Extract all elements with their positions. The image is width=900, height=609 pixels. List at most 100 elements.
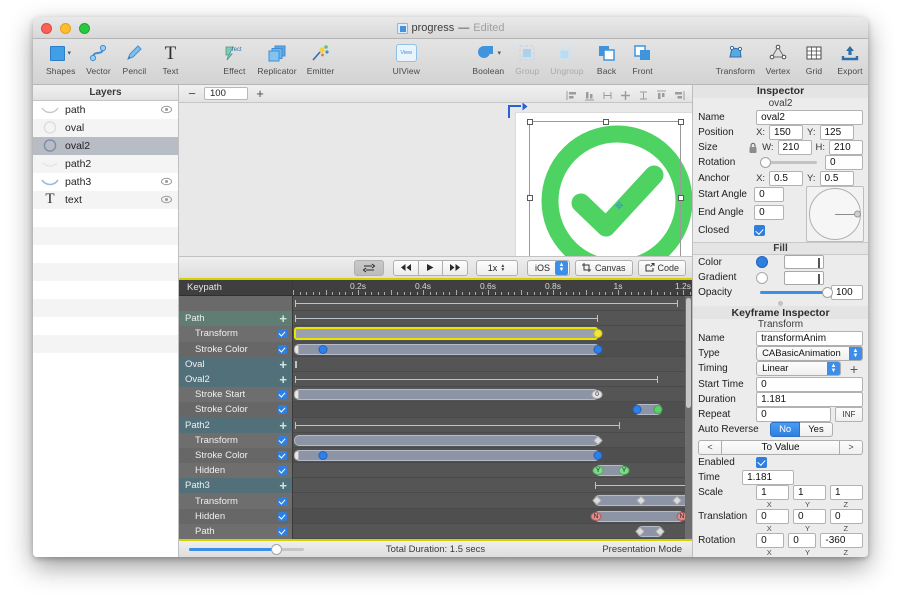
size-h-input[interactable]: 210 <box>829 140 863 156</box>
visibility-eye-icon[interactable] <box>161 159 172 168</box>
toolbar-boolean-button[interactable]: ▾ Boolean <box>467 41 509 76</box>
timeline-track-path2[interactable] <box>293 418 693 433</box>
next-value-button[interactable]: > <box>839 439 863 455</box>
zoom-level-input[interactable]: 100 <box>204 87 248 100</box>
rotation-z-input[interactable]: -360 <box>820 533 863 548</box>
timeline-track-path-prop[interactable] <box>293 524 693 539</box>
play-button[interactable] <box>418 259 443 276</box>
keyframe-marker[interactable] <box>294 390 299 400</box>
track-range[interactable] <box>295 315 598 323</box>
timeline-prop-stroke-color[interactable]: Stroke Color <box>179 341 292 357</box>
toolbar-grid-button[interactable]: Grid <box>796 41 832 76</box>
timeline-track-stroke-color-2[interactable] <box>293 402 693 418</box>
kf-duration-input[interactable]: 1.181 <box>756 391 863 407</box>
opacity-input[interactable]: 100 <box>831 285 863 301</box>
resize-handle-mr[interactable] <box>677 195 684 201</box>
enable-checkbox[interactable] <box>278 344 287 354</box>
canvas-tab-button[interactable]: Canvas <box>575 259 633 276</box>
timeline-prop-transform[interactable]: Transform <box>179 326 292 342</box>
distribute-vertical-icon[interactable] <box>638 88 649 100</box>
rotation-input[interactable]: 0 <box>825 155 863 171</box>
track-bar[interactable] <box>294 434 599 446</box>
kf-timing-select[interactable]: Linear ▲ ▼ <box>756 361 841 377</box>
layer-row-path[interactable]: path <box>33 101 178 119</box>
add-timing-button[interactable]: + <box>845 361 863 377</box>
keyframe-value-marker[interactable]: Y <box>618 466 630 476</box>
toolbar-vertex-button[interactable]: Vertex <box>760 41 796 76</box>
visibility-eye-icon[interactable] <box>161 195 172 204</box>
add-keyframe-icon[interactable]: + <box>279 479 287 492</box>
timeline-group-path3[interactable]: Path3 + <box>179 478 292 494</box>
track-bar[interactable] <box>594 510 684 522</box>
keyframe-marker[interactable] <box>318 450 328 460</box>
visibility-eye-icon[interactable] <box>161 141 172 150</box>
timeline-track-oval[interactable] <box>293 357 693 372</box>
timeline-prop-hidden-2[interactable]: Hidden <box>179 508 292 524</box>
enable-checkbox[interactable] <box>278 450 287 460</box>
auto-reverse-no[interactable]: No <box>770 422 801 438</box>
timeline-prop-path[interactable]: Path <box>179 523 292 539</box>
track-range[interactable] <box>295 360 297 368</box>
enable-checkbox[interactable] <box>278 329 287 339</box>
timeline-prop-stroke-color-2[interactable]: Stroke Color <box>179 402 292 418</box>
platform-select[interactable]: iOS ▲ ▼ <box>527 259 571 276</box>
timeline-group-oval[interactable]: Oval + <box>179 356 292 372</box>
toolbar-ungroup-button[interactable]: Ungroup <box>545 41 588 76</box>
zoom-out-button[interactable]: − <box>186 87 198 100</box>
track-range[interactable] <box>295 421 620 429</box>
anchor-y-input[interactable]: 0.5 <box>819 170 854 186</box>
track-range[interactable] <box>595 482 693 490</box>
toolbar-effect-button[interactable]: fect Effect <box>216 41 252 76</box>
keyframe-marker[interactable] <box>294 450 299 460</box>
track-bar[interactable] <box>294 343 600 355</box>
timeline-prop-stroke-color-3[interactable]: Stroke Color <box>179 447 292 464</box>
keyframe-marker[interactable] <box>593 329 603 339</box>
track-bar[interactable] <box>294 389 599 401</box>
timeline-ruler[interactable]: 0.2s 0.4s 0.6s 0.8s 1s 1.2s 1.4s 1.6s 1.… <box>293 280 693 296</box>
keyframe-value-marker[interactable]: Y <box>592 466 604 476</box>
toolbar-send-back-button[interactable]: Back <box>589 41 625 76</box>
lock-icon[interactable] <box>748 142 758 154</box>
timeline-track-hidden-2[interactable]: N N <box>293 508 693 524</box>
align-left-icon[interactable] <box>566 88 577 100</box>
keyframe-marker[interactable] <box>294 344 299 354</box>
keyframe-marker[interactable] <box>318 344 328 354</box>
playback-speed-stepper[interactable]: 1x ▲ ▼ <box>475 259 518 276</box>
position-x-input[interactable]: 150 <box>769 124 804 140</box>
color-swatch[interactable] <box>784 255 825 270</box>
keyframe-value-marker[interactable]: N <box>590 511 602 521</box>
canvas-area[interactable]: ✥ Completed <box>179 103 693 256</box>
timeline-track-transform[interactable] <box>293 326 693 342</box>
auto-reverse-yes[interactable]: Yes <box>800 422 833 438</box>
visibility-eye-icon[interactable] <box>161 177 172 186</box>
timeline-track-path[interactable] <box>293 311 693 327</box>
timeline-track-stroke-color-3[interactable] <box>293 447 693 464</box>
layer-row-text[interactable]: T text <box>33 191 178 209</box>
rotation-y-input[interactable]: 0 <box>788 533 817 548</box>
timeline-track-transform-2[interactable] <box>293 433 693 448</box>
resize-handle-tl[interactable] <box>526 118 533 125</box>
selection-bounding-box[interactable]: ✥ <box>526 118 684 256</box>
enable-checkbox[interactable] <box>278 466 287 476</box>
enable-checkbox[interactable] <box>278 496 287 506</box>
timeline-scrollbar[interactable] <box>685 296 693 539</box>
timeline-group-oval2[interactable]: Oval2 + <box>179 371 292 388</box>
distribute-horizontal-icon[interactable] <box>602 88 613 99</box>
loop-toggle-button[interactable] <box>353 259 384 276</box>
toolbar-pencil-button[interactable]: Pencil <box>116 41 152 76</box>
timeline-group-path2[interactable]: Path2 + <box>179 417 292 433</box>
track-range[interactable] <box>295 300 678 307</box>
toolbar-uiview-button[interactable]: View UIView <box>388 41 424 76</box>
rewind-button[interactable] <box>392 259 419 276</box>
enable-checkbox[interactable] <box>278 405 287 415</box>
angle-dial[interactable] <box>806 185 864 242</box>
zoom-in-button[interactable]: + <box>254 87 266 100</box>
rotation-x-input[interactable]: 0 <box>756 533 785 548</box>
timeline-track-transform-3[interactable] <box>293 493 693 509</box>
kf-type-select[interactable]: CABasicAnimation ▲ ▼ <box>756 346 863 362</box>
timeline-track-hidden[interactable]: Y Y <box>293 463 693 479</box>
translation-z-input[interactable]: 0 <box>830 509 864 524</box>
add-keyframe-icon[interactable]: + <box>279 419 287 432</box>
name-input[interactable]: oval2 <box>756 109 863 125</box>
size-w-input[interactable]: 210 <box>777 140 812 156</box>
